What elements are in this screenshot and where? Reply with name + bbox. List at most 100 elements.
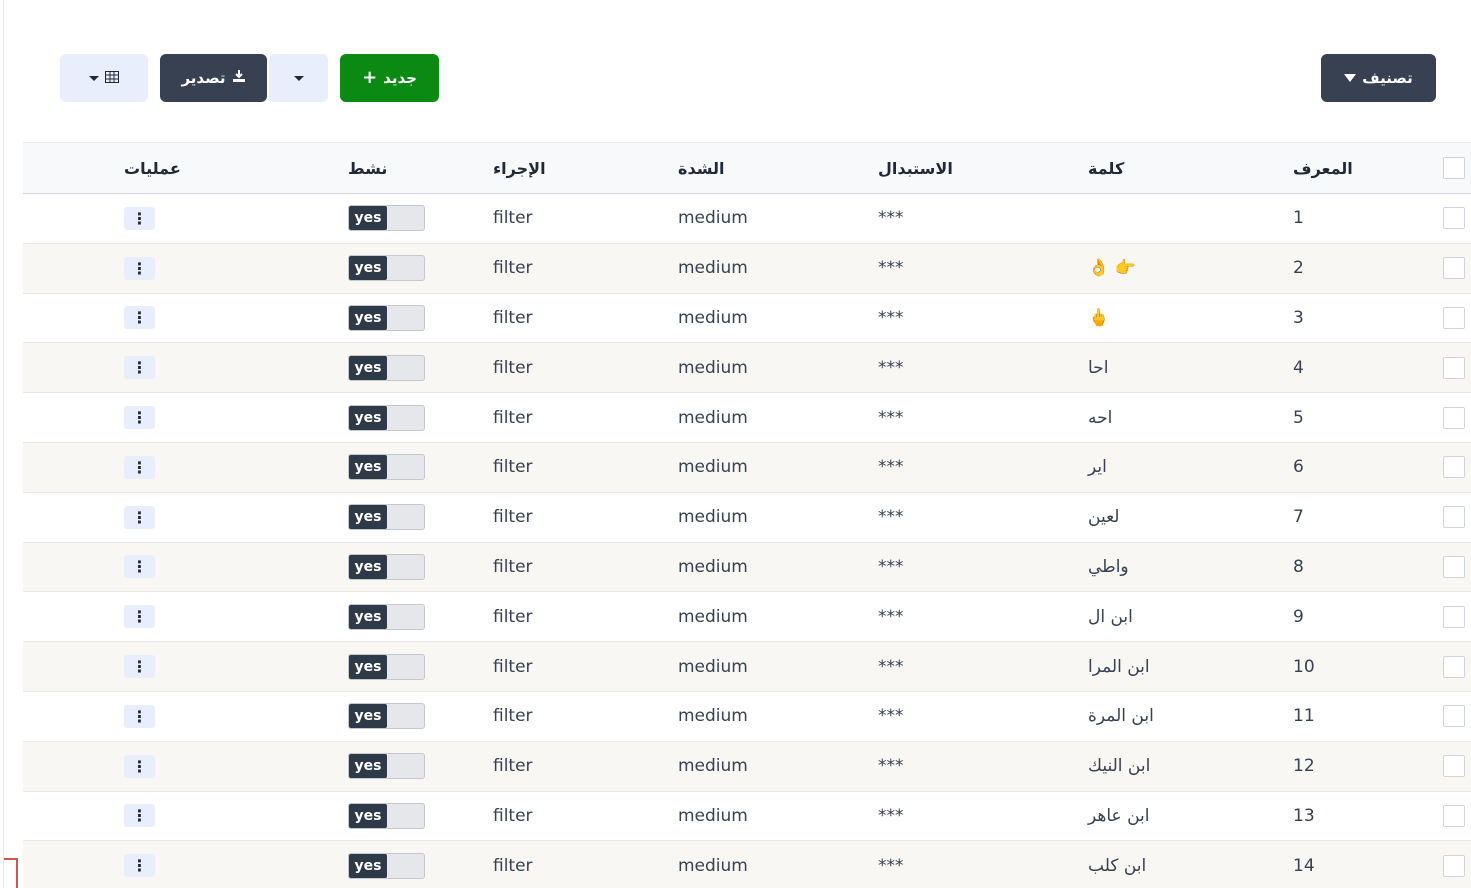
new-button-label: جديد bbox=[383, 69, 417, 87]
row-actions-button[interactable]: ⋮ bbox=[124, 206, 155, 230]
table-row: 9 ابن ال *** medium filter yes ⋮ bbox=[23, 592, 1471, 642]
columns-toggle-button[interactable] bbox=[60, 54, 148, 102]
row-checkbox[interactable] bbox=[1443, 755, 1465, 778]
row-actions-button[interactable]: ⋮ bbox=[124, 256, 155, 280]
cell-id: 8 bbox=[1293, 556, 1304, 577]
cell-severity: medium bbox=[678, 756, 748, 777]
filter-button[interactable]: تصنيف bbox=[1321, 54, 1436, 102]
row-checkbox[interactable] bbox=[1443, 555, 1465, 578]
active-toggle-label: yes bbox=[349, 305, 387, 330]
active-toggle[interactable]: yes bbox=[348, 802, 425, 829]
cell-replacement: *** bbox=[878, 805, 904, 826]
cell-action: filter bbox=[493, 706, 533, 727]
row-checkbox[interactable] bbox=[1443, 506, 1465, 529]
active-toggle[interactable]: yes bbox=[348, 603, 425, 630]
row-actions-button[interactable]: ⋮ bbox=[124, 854, 155, 878]
cell-word: اير bbox=[1088, 457, 1107, 478]
cell-replacement: *** bbox=[878, 457, 904, 478]
cell-word: ابن كلب bbox=[1088, 855, 1147, 876]
cell-replacement: *** bbox=[878, 307, 904, 328]
cell-replacement: *** bbox=[878, 208, 904, 229]
select-all-checkbox[interactable] bbox=[1443, 157, 1465, 179]
active-toggle[interactable]: yes bbox=[348, 454, 425, 481]
active-toggle[interactable]: yes bbox=[348, 553, 425, 580]
cell-action: filter bbox=[493, 407, 533, 428]
row-actions-button[interactable]: ⋮ bbox=[124, 655, 155, 679]
row-actions-button[interactable]: ⋮ bbox=[124, 505, 155, 529]
export-button[interactable]: تصدير bbox=[160, 54, 267, 102]
active-toggle-label: yes bbox=[349, 256, 387, 281]
active-toggle[interactable]: yes bbox=[348, 404, 425, 431]
row-checkbox[interactable] bbox=[1443, 306, 1465, 329]
cell-id: 12 bbox=[1293, 756, 1315, 777]
cell-word: احه bbox=[1088, 407, 1113, 428]
cell-word: احا bbox=[1088, 357, 1109, 378]
row-actions-button[interactable]: ⋮ bbox=[124, 555, 155, 579]
active-toggle-label: yes bbox=[349, 853, 387, 878]
column-header-id[interactable]: المعرف bbox=[1281, 143, 1431, 194]
row-checkbox[interactable] bbox=[1443, 456, 1465, 479]
row-checkbox[interactable] bbox=[1443, 804, 1465, 827]
active-toggle[interactable]: yes bbox=[348, 304, 425, 331]
cell-replacement: *** bbox=[878, 606, 904, 627]
cell-replacement: *** bbox=[878, 507, 904, 528]
caret-down-icon bbox=[293, 75, 304, 81]
cell-word: ابن المرا bbox=[1088, 656, 1150, 677]
plus-icon: + bbox=[362, 67, 378, 88]
cell-action: filter bbox=[493, 457, 533, 478]
row-checkbox[interactable] bbox=[1443, 854, 1465, 877]
row-actions-button[interactable]: ⋮ bbox=[124, 406, 155, 430]
cell-action: filter bbox=[493, 656, 533, 677]
row-checkbox[interactable] bbox=[1443, 705, 1465, 728]
active-toggle[interactable]: yes bbox=[348, 205, 425, 232]
column-header-replacement[interactable]: الاستبدال bbox=[866, 143, 1076, 194]
column-header-severity[interactable]: الشدة bbox=[666, 143, 866, 194]
cell-id: 5 bbox=[1293, 407, 1304, 428]
row-actions-button[interactable]: ⋮ bbox=[124, 455, 155, 479]
active-toggle[interactable]: yes bbox=[348, 703, 425, 730]
cell-severity: medium bbox=[678, 258, 748, 279]
active-toggle[interactable]: yes bbox=[348, 354, 425, 381]
cell-word: ابن عاهر bbox=[1088, 805, 1150, 826]
active-toggle[interactable]: yes bbox=[348, 753, 425, 780]
active-toggle[interactable]: yes bbox=[348, 653, 425, 680]
active-toggle[interactable]: yes bbox=[348, 504, 425, 531]
active-toggle-label: yes bbox=[349, 803, 387, 828]
cell-id: 6 bbox=[1293, 457, 1304, 478]
row-checkbox[interactable] bbox=[1443, 605, 1465, 628]
table-header-row: المعرف كلمة الاستبدال الشدة الإجراء نشط … bbox=[23, 142, 1471, 194]
row-actions-button[interactable]: ⋮ bbox=[124, 804, 155, 828]
cell-action: filter bbox=[493, 606, 533, 627]
column-header-active[interactable]: نشط bbox=[336, 143, 481, 194]
column-header-word[interactable]: كلمة bbox=[1076, 143, 1281, 194]
row-actions-button[interactable]: ⋮ bbox=[124, 306, 155, 330]
cell-id: 11 bbox=[1293, 706, 1315, 727]
active-toggle[interactable]: yes bbox=[348, 255, 425, 282]
kebab-icon: ⋮ bbox=[131, 258, 148, 278]
kebab-icon: ⋮ bbox=[131, 756, 148, 776]
active-toggle-label: yes bbox=[349, 604, 387, 629]
column-header-action[interactable]: الإجراء bbox=[481, 143, 666, 194]
row-checkbox[interactable] bbox=[1443, 356, 1465, 379]
cell-replacement: *** bbox=[878, 855, 904, 876]
row-checkbox[interactable] bbox=[1443, 257, 1465, 280]
cell-severity: medium bbox=[678, 208, 748, 229]
cell-action: filter bbox=[493, 556, 533, 577]
download-icon bbox=[232, 69, 246, 87]
cell-severity: medium bbox=[678, 606, 748, 627]
row-checkbox[interactable] bbox=[1443, 207, 1465, 230]
row-checkbox[interactable] bbox=[1443, 655, 1465, 678]
cell-replacement: *** bbox=[878, 556, 904, 577]
new-button[interactable]: + جديد bbox=[340, 54, 439, 102]
row-actions-button[interactable]: ⋮ bbox=[124, 605, 155, 629]
row-checkbox[interactable] bbox=[1443, 406, 1465, 429]
cell-word: واطي bbox=[1088, 556, 1129, 577]
row-actions-button[interactable]: ⋮ bbox=[124, 704, 155, 728]
row-actions-button[interactable]: ⋮ bbox=[124, 356, 155, 380]
more-actions-dropdown-button[interactable] bbox=[269, 54, 328, 102]
table-row: 8 واطي *** medium filter yes ⋮ bbox=[23, 542, 1471, 592]
table-row: 6 اير *** medium filter yes ⋮ bbox=[23, 442, 1471, 493]
active-toggle[interactable]: yes bbox=[348, 852, 425, 879]
row-actions-button[interactable]: ⋮ bbox=[124, 754, 155, 778]
kebab-icon: ⋮ bbox=[131, 408, 148, 428]
